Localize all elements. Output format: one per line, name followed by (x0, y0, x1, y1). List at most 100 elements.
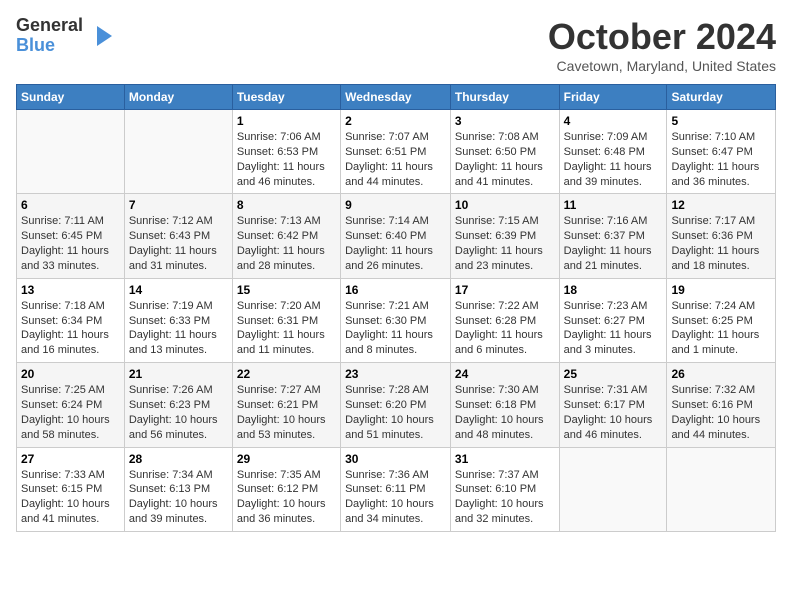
day-info: Sunrise: 7:23 AMSunset: 6:27 PMDaylight:… (564, 300, 652, 357)
calendar-cell: 15 Sunrise: 7:20 AMSunset: 6:31 PMDaylig… (232, 278, 340, 362)
day-info: Sunrise: 7:14 AMSunset: 6:40 PMDaylight:… (345, 215, 433, 272)
day-info: Sunrise: 7:35 AMSunset: 6:12 PMDaylight:… (237, 469, 326, 526)
calendar-cell: 29 Sunrise: 7:35 AMSunset: 6:12 PMDaylig… (232, 447, 340, 531)
day-number: 7 (129, 198, 228, 212)
calendar-cell: 26 Sunrise: 7:32 AMSunset: 6:16 PMDaylig… (667, 363, 776, 447)
day-info: Sunrise: 7:37 AMSunset: 6:10 PMDaylight:… (455, 469, 544, 526)
calendar-cell: 25 Sunrise: 7:31 AMSunset: 6:17 PMDaylig… (559, 363, 667, 447)
day-info: Sunrise: 7:19 AMSunset: 6:33 PMDaylight:… (129, 300, 217, 357)
day-info: Sunrise: 7:12 AMSunset: 6:43 PMDaylight:… (129, 215, 217, 272)
calendar-cell: 21 Sunrise: 7:26 AMSunset: 6:23 PMDaylig… (124, 363, 232, 447)
header-friday: Friday (559, 85, 667, 110)
day-info: Sunrise: 7:25 AMSunset: 6:24 PMDaylight:… (21, 384, 110, 441)
day-info: Sunrise: 7:18 AMSunset: 6:34 PMDaylight:… (21, 300, 109, 357)
day-info: Sunrise: 7:24 AMSunset: 6:25 PMDaylight:… (671, 300, 759, 357)
day-number: 12 (671, 198, 771, 212)
calendar-cell: 27 Sunrise: 7:33 AMSunset: 6:15 PMDaylig… (17, 447, 125, 531)
title-block: October 2024 Cavetown, Maryland, United … (548, 16, 776, 74)
day-number: 6 (21, 198, 120, 212)
calendar-week-1: 1 Sunrise: 7:06 AMSunset: 6:53 PMDayligh… (17, 110, 776, 194)
calendar-table: SundayMondayTuesdayWednesdayThursdayFrid… (16, 84, 776, 532)
calendar-cell: 30 Sunrise: 7:36 AMSunset: 6:11 PMDaylig… (341, 447, 451, 531)
calendar-cell: 6 Sunrise: 7:11 AMSunset: 6:45 PMDayligh… (17, 194, 125, 278)
day-number: 30 (345, 452, 446, 466)
day-number: 27 (21, 452, 120, 466)
calendar-cell (667, 447, 776, 531)
day-number: 29 (237, 452, 336, 466)
calendar-cell: 31 Sunrise: 7:37 AMSunset: 6:10 PMDaylig… (450, 447, 559, 531)
day-number: 9 (345, 198, 446, 212)
header-tuesday: Tuesday (232, 85, 340, 110)
day-number: 4 (564, 114, 663, 128)
logo-general: General (16, 16, 83, 36)
calendar-week-3: 13 Sunrise: 7:18 AMSunset: 6:34 PMDaylig… (17, 278, 776, 362)
header-monday: Monday (124, 85, 232, 110)
header-wednesday: Wednesday (341, 85, 451, 110)
calendar-cell: 7 Sunrise: 7:12 AMSunset: 6:43 PMDayligh… (124, 194, 232, 278)
calendar-cell: 5 Sunrise: 7:10 AMSunset: 6:47 PMDayligh… (667, 110, 776, 194)
day-number: 5 (671, 114, 771, 128)
calendar-cell: 17 Sunrise: 7:22 AMSunset: 6:28 PMDaylig… (450, 278, 559, 362)
location: Cavetown, Maryland, United States (548, 58, 776, 74)
day-info: Sunrise: 7:06 AMSunset: 6:53 PMDaylight:… (237, 131, 325, 188)
logo-icon (87, 21, 117, 51)
calendar-cell (17, 110, 125, 194)
day-number: 25 (564, 367, 663, 381)
day-number: 16 (345, 283, 446, 297)
calendar-cell: 14 Sunrise: 7:19 AMSunset: 6:33 PMDaylig… (124, 278, 232, 362)
day-number: 19 (671, 283, 771, 297)
logo-blue: Blue (16, 36, 83, 56)
day-number: 24 (455, 367, 555, 381)
day-info: Sunrise: 7:36 AMSunset: 6:11 PMDaylight:… (345, 469, 434, 526)
calendar-header-row: SundayMondayTuesdayWednesdayThursdayFrid… (17, 85, 776, 110)
day-info: Sunrise: 7:27 AMSunset: 6:21 PMDaylight:… (237, 384, 326, 441)
day-number: 8 (237, 198, 336, 212)
calendar-cell: 24 Sunrise: 7:30 AMSunset: 6:18 PMDaylig… (450, 363, 559, 447)
day-info: Sunrise: 7:28 AMSunset: 6:20 PMDaylight:… (345, 384, 434, 441)
calendar-cell: 23 Sunrise: 7:28 AMSunset: 6:20 PMDaylig… (341, 363, 451, 447)
calendar-week-4: 20 Sunrise: 7:25 AMSunset: 6:24 PMDaylig… (17, 363, 776, 447)
calendar-cell: 19 Sunrise: 7:24 AMSunset: 6:25 PMDaylig… (667, 278, 776, 362)
calendar-cell (124, 110, 232, 194)
day-number: 2 (345, 114, 446, 128)
day-info: Sunrise: 7:08 AMSunset: 6:50 PMDaylight:… (455, 131, 543, 188)
day-number: 1 (237, 114, 336, 128)
day-info: Sunrise: 7:30 AMSunset: 6:18 PMDaylight:… (455, 384, 544, 441)
calendar-cell: 3 Sunrise: 7:08 AMSunset: 6:50 PMDayligh… (450, 110, 559, 194)
calendar-cell: 4 Sunrise: 7:09 AMSunset: 6:48 PMDayligh… (559, 110, 667, 194)
day-number: 18 (564, 283, 663, 297)
page-header: General Blue October 2024 Cavetown, Mary… (16, 16, 776, 74)
calendar-cell: 18 Sunrise: 7:23 AMSunset: 6:27 PMDaylig… (559, 278, 667, 362)
day-info: Sunrise: 7:07 AMSunset: 6:51 PMDaylight:… (345, 131, 433, 188)
calendar-cell: 20 Sunrise: 7:25 AMSunset: 6:24 PMDaylig… (17, 363, 125, 447)
header-thursday: Thursday (450, 85, 559, 110)
calendar-cell (559, 447, 667, 531)
day-number: 3 (455, 114, 555, 128)
day-number: 21 (129, 367, 228, 381)
day-number: 14 (129, 283, 228, 297)
day-info: Sunrise: 7:34 AMSunset: 6:13 PMDaylight:… (129, 469, 218, 526)
calendar-cell: 1 Sunrise: 7:06 AMSunset: 6:53 PMDayligh… (232, 110, 340, 194)
header-sunday: Sunday (17, 85, 125, 110)
day-info: Sunrise: 7:26 AMSunset: 6:23 PMDaylight:… (129, 384, 218, 441)
day-number: 11 (564, 198, 663, 212)
day-info: Sunrise: 7:10 AMSunset: 6:47 PMDaylight:… (671, 131, 759, 188)
day-info: Sunrise: 7:16 AMSunset: 6:37 PMDaylight:… (564, 215, 652, 272)
calendar-cell: 12 Sunrise: 7:17 AMSunset: 6:36 PMDaylig… (667, 194, 776, 278)
day-info: Sunrise: 7:13 AMSunset: 6:42 PMDaylight:… (237, 215, 325, 272)
calendar-cell: 16 Sunrise: 7:21 AMSunset: 6:30 PMDaylig… (341, 278, 451, 362)
calendar-cell: 10 Sunrise: 7:15 AMSunset: 6:39 PMDaylig… (450, 194, 559, 278)
day-number: 31 (455, 452, 555, 466)
day-info: Sunrise: 7:31 AMSunset: 6:17 PMDaylight:… (564, 384, 653, 441)
day-number: 22 (237, 367, 336, 381)
calendar-cell: 11 Sunrise: 7:16 AMSunset: 6:37 PMDaylig… (559, 194, 667, 278)
month-title: October 2024 (548, 16, 776, 58)
calendar-week-5: 27 Sunrise: 7:33 AMSunset: 6:15 PMDaylig… (17, 447, 776, 531)
day-number: 13 (21, 283, 120, 297)
day-info: Sunrise: 7:09 AMSunset: 6:48 PMDaylight:… (564, 131, 652, 188)
day-number: 10 (455, 198, 555, 212)
calendar-week-2: 6 Sunrise: 7:11 AMSunset: 6:45 PMDayligh… (17, 194, 776, 278)
header-saturday: Saturday (667, 85, 776, 110)
day-number: 20 (21, 367, 120, 381)
day-number: 26 (671, 367, 771, 381)
